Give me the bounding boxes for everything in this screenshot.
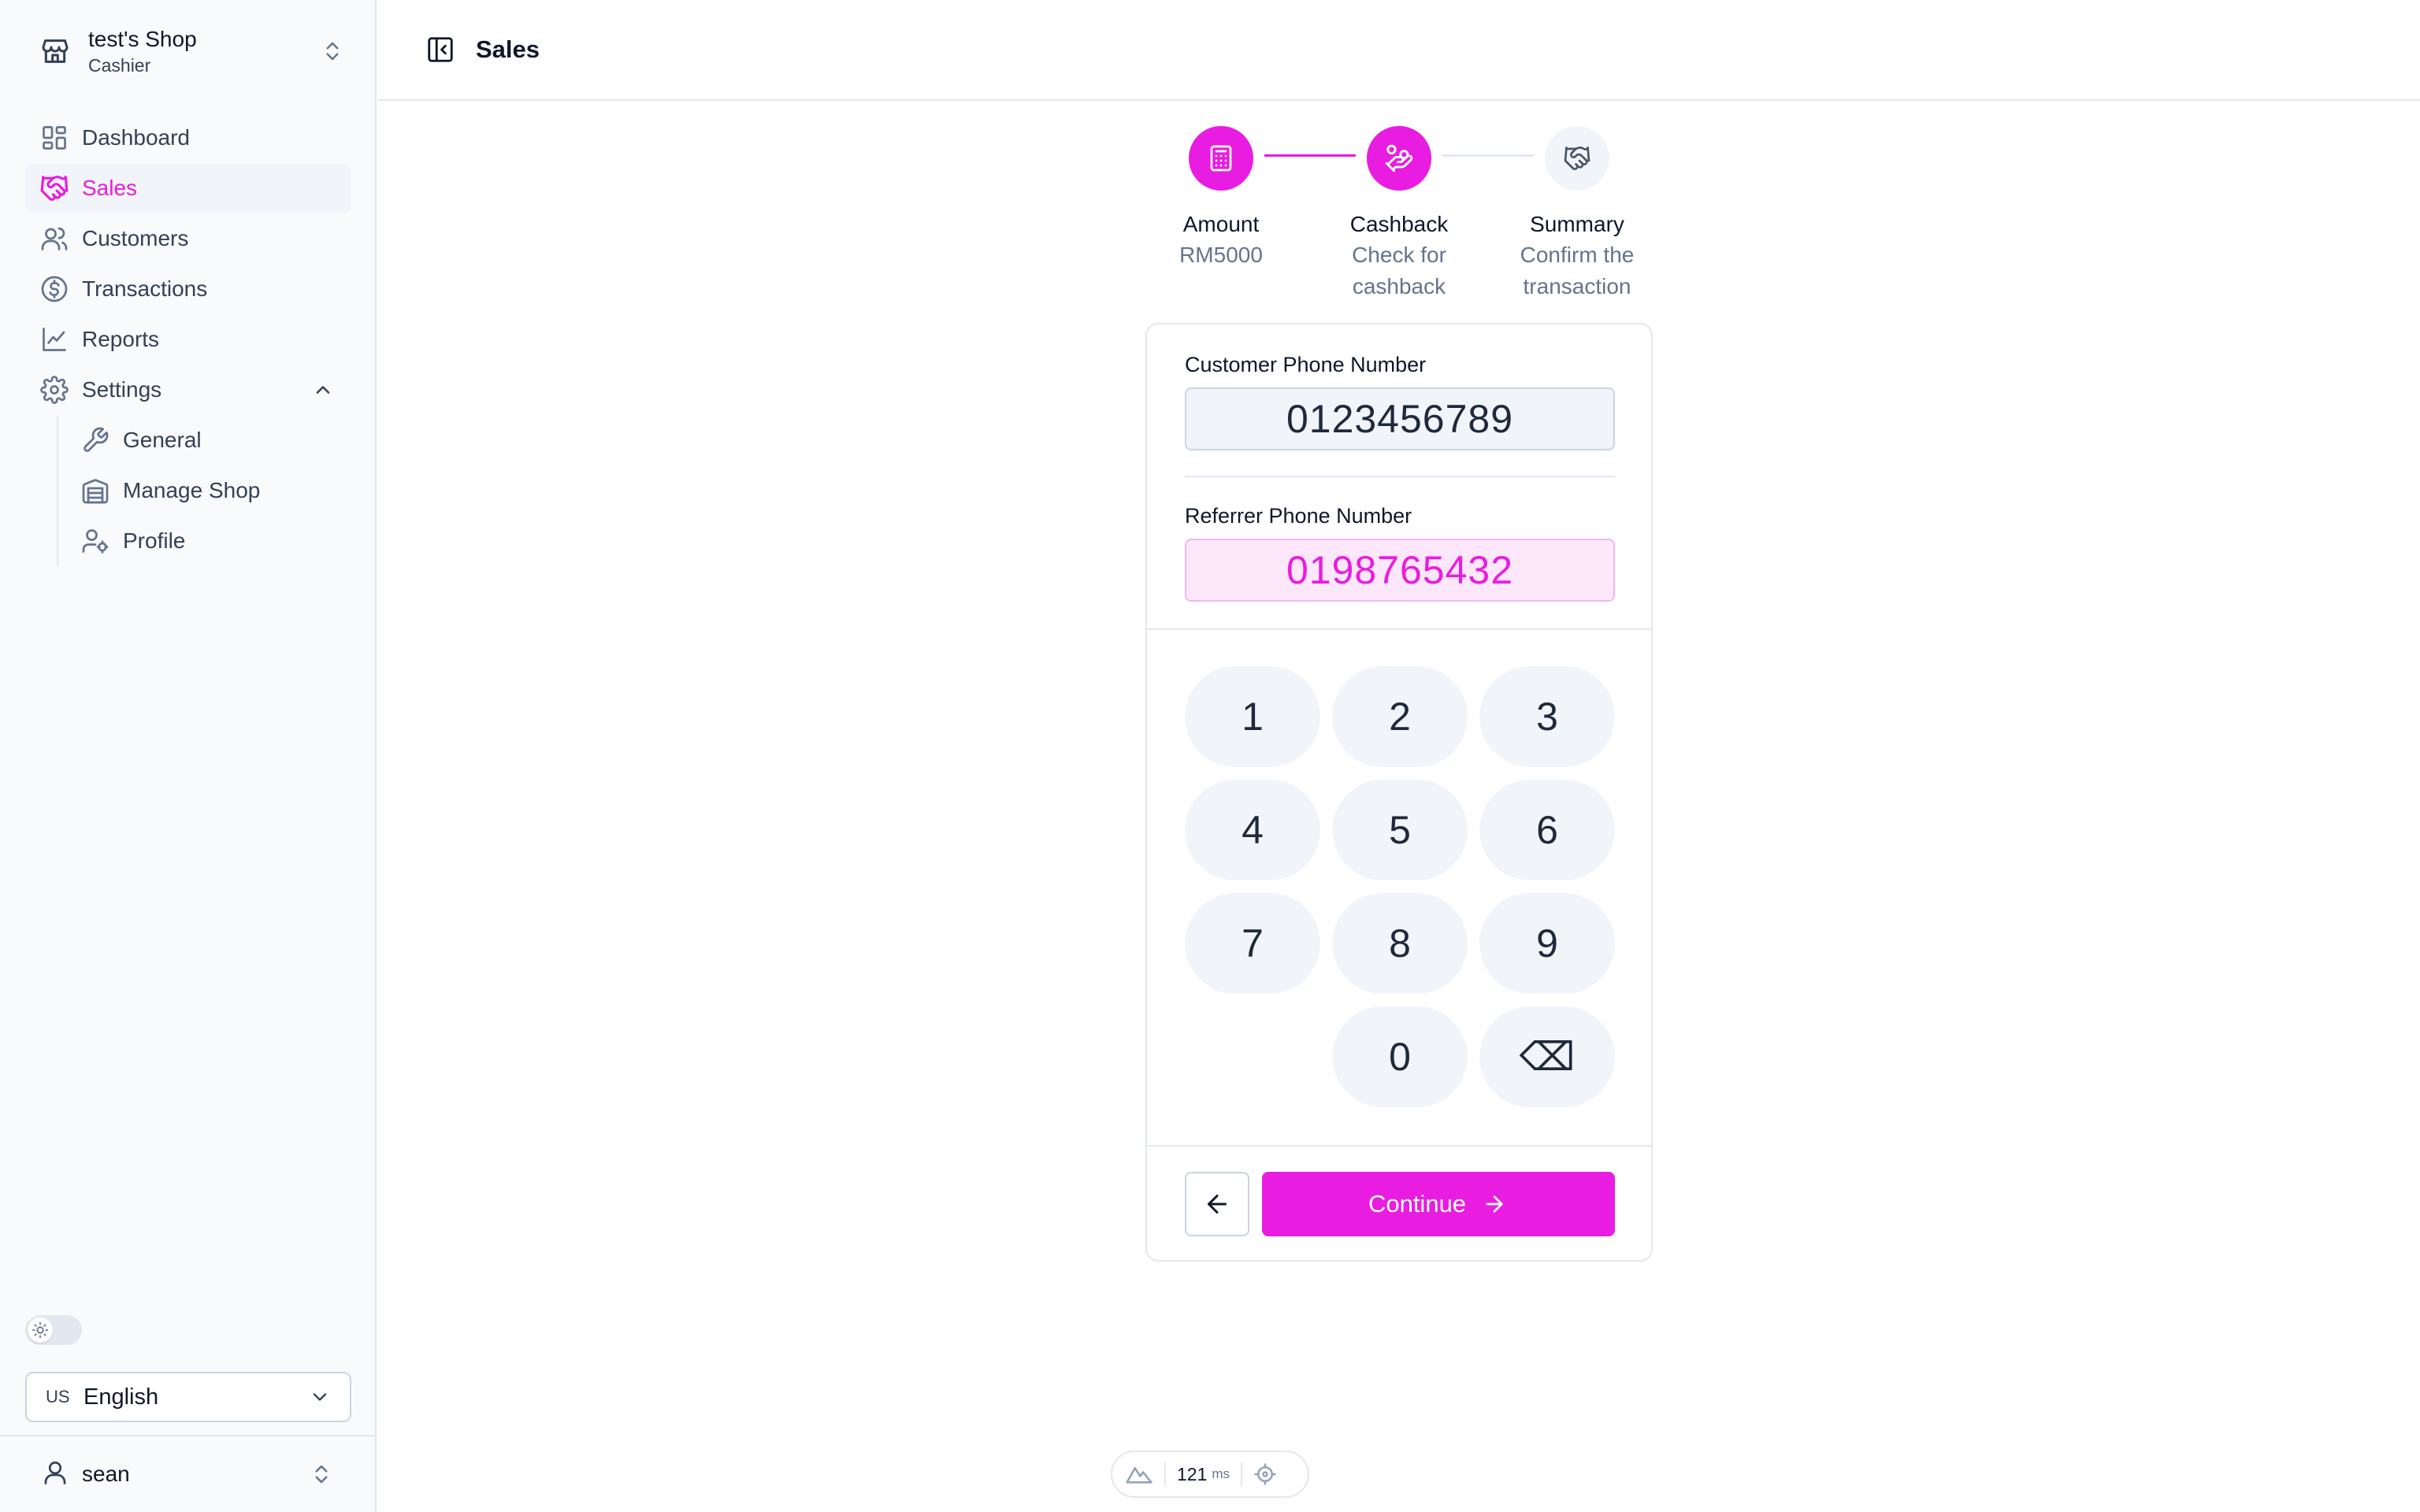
render-time: 121 ms (1177, 1464, 1230, 1485)
user-menu[interactable]: sean (0, 1435, 377, 1512)
language-name: English (84, 1384, 159, 1410)
step-desc: Check for cashback (1352, 243, 1446, 298)
chevrons-up-down-icon (304, 1457, 339, 1492)
sidebar-item-profile[interactable]: Profile (69, 517, 351, 565)
sidebar-toggle-icon[interactable] (424, 33, 457, 66)
user-cog-icon (80, 526, 110, 556)
sidebar-item-label: Transactions (82, 276, 208, 301)
sidebar-item-transactions[interactable]: Transactions (25, 265, 351, 313)
keypad-key-1[interactable]: 1 (1185, 666, 1320, 767)
step-title: Cashback (1349, 212, 1449, 236)
sidebar-item-label: Settings (82, 377, 162, 402)
handshake-icon (1545, 126, 1609, 191)
referrer-phone-label: Referrer Phone Number (1185, 504, 1412, 528)
calculator-icon (1189, 126, 1253, 191)
step-title: Summary (1530, 212, 1624, 236)
keypad-key-0[interactable]: 0 (1332, 1006, 1468, 1107)
render-time-unit: ms (1212, 1466, 1230, 1481)
sidebar-item-label: Customers (82, 226, 189, 250)
sidebar: test's Shop Cashier Dashboard Sales Cust… (0, 0, 377, 1512)
shop-role: Cashier (88, 55, 151, 76)
continue-button[interactable]: Continue (1262, 1172, 1615, 1236)
language-select[interactable]: US English (25, 1372, 351, 1422)
sidebar-item-general[interactable]: General (69, 416, 351, 465)
chevrons-up-down-icon (315, 34, 350, 69)
keypad-key-2[interactable]: 2 (1332, 666, 1468, 767)
sidebar-item-reports[interactable]: Reports (25, 315, 351, 364)
settings-subnav: General Manage Shop Profile (57, 416, 351, 565)
gear-icon (39, 375, 69, 405)
divider (1147, 628, 1651, 630)
arrow-right-icon (1480, 1190, 1509, 1218)
cashback-card: Customer Phone Number 0123456789 Referre… (1145, 323, 1653, 1262)
keypad-key-7[interactable]: 7 (1185, 893, 1320, 994)
keypad-key-5[interactable]: 5 (1332, 780, 1468, 880)
page-title: Sales (476, 35, 540, 63)
chart-line-icon (39, 324, 69, 354)
divider (1241, 1462, 1243, 1486)
keypad-key-8[interactable]: 8 (1332, 893, 1468, 994)
sidebar-item-label: Sales (82, 176, 138, 200)
sidebar-item-settings[interactable]: Settings (25, 365, 351, 414)
keypad-key-6[interactable]: 6 (1479, 780, 1615, 880)
keypad-key-3[interactable]: 3 (1479, 666, 1615, 767)
render-time-value: 121 (1177, 1463, 1208, 1484)
step-summary[interactable]: Summary Confirm the transaction (1487, 126, 1668, 302)
step-desc: Confirm the transaction (1520, 243, 1635, 298)
step-desc: RM5000 (1179, 243, 1263, 267)
step-title: Amount (1182, 212, 1260, 236)
hand-coins-icon (1367, 126, 1431, 191)
chevron-up-icon (309, 376, 337, 404)
sidebar-item-label: Dashboard (82, 125, 190, 150)
sidebar-item-label: Profile (123, 528, 186, 553)
language-code: US (46, 1387, 70, 1406)
sidebar-nav: Dashboard Sales Customers Transactions R… (25, 113, 351, 567)
theme-toggle[interactable] (25, 1315, 82, 1345)
user-icon (41, 1458, 69, 1491)
dev-toolbar: 121 ms (1111, 1451, 1309, 1498)
shop-switcher[interactable]: test's Shop Cashier (25, 19, 350, 83)
shop-name: test's Shop (88, 27, 197, 51)
divider (1147, 1145, 1651, 1147)
divider (1164, 1462, 1166, 1486)
user-name: sean (82, 1462, 130, 1486)
step-cashback[interactable]: Cashback Check for cashback (1308, 126, 1490, 302)
continue-label: Continue (1368, 1190, 1467, 1217)
sun-icon (28, 1317, 53, 1343)
keypad-key-9[interactable]: 9 (1479, 893, 1615, 994)
arrow-left-icon (1208, 1195, 1227, 1214)
wrench-icon (80, 425, 110, 455)
back-button[interactable] (1185, 1172, 1249, 1236)
keypad-key-4[interactable]: 4 (1185, 780, 1320, 880)
sidebar-item-label: General (123, 428, 202, 452)
customer-phone-field[interactable]: 0123456789 (1185, 387, 1615, 450)
users-icon (39, 224, 69, 254)
store-icon (25, 21, 85, 81)
sidebar-item-label: Manage Shop (123, 478, 261, 502)
sidebar-item-dashboard[interactable]: Dashboard (25, 113, 351, 162)
grid-icon (39, 123, 69, 153)
chevron-down-icon (304, 1381, 336, 1413)
step-amount[interactable]: Amount RM5000 (1130, 126, 1312, 271)
dollar-circle-icon (39, 274, 69, 304)
crosshair-icon[interactable] (1253, 1462, 1277, 1486)
sidebar-item-label: Reports (82, 327, 160, 351)
handshake-icon (39, 173, 69, 203)
referrer-phone-field[interactable]: 0198765432 (1185, 539, 1615, 602)
sidebar-item-sales[interactable]: Sales (25, 164, 351, 213)
sidebar-item-manage-shop[interactable]: Manage Shop (69, 466, 351, 515)
sidebar-item-customers[interactable]: Customers (25, 214, 351, 263)
keypad-backspace[interactable]: ⌫ (1479, 1006, 1615, 1107)
divider (1185, 476, 1615, 477)
warehouse-icon (80, 476, 110, 506)
customer-phone-label: Customer Phone Number (1185, 353, 1427, 376)
mountain-icon[interactable] (1125, 1463, 1153, 1485)
page-header: Sales (378, 0, 2420, 101)
